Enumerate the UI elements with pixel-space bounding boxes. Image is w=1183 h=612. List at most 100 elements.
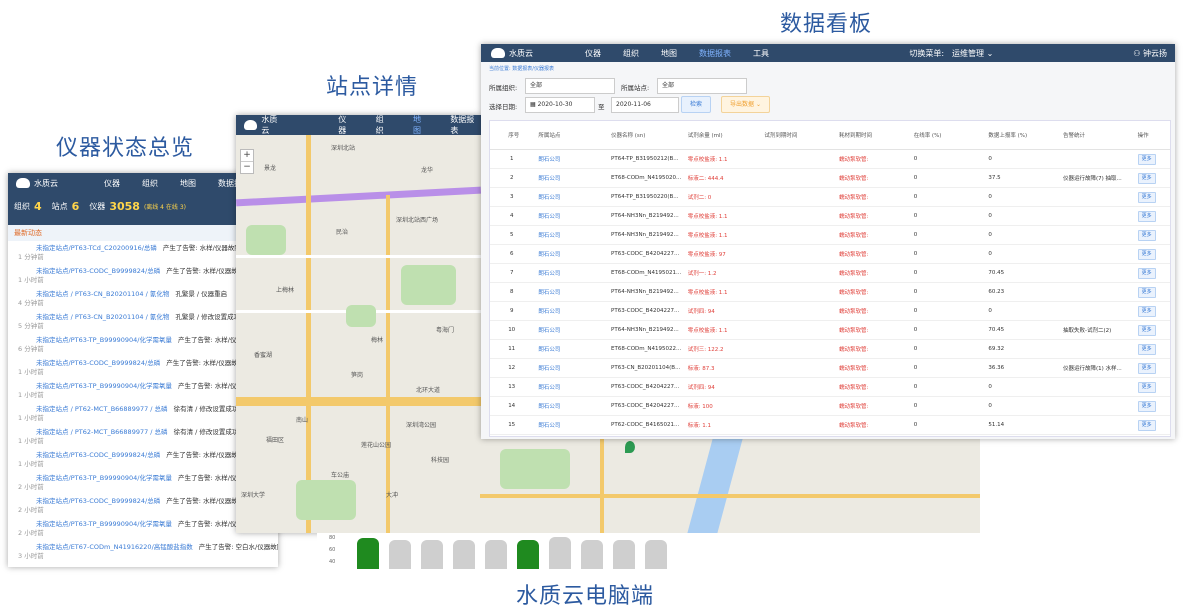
event-link[interactable]: 未指定站点/PT63-TP_B99990904/化学需氧量 [36, 520, 172, 528]
park-area [296, 480, 356, 520]
date-separator: 至 [598, 103, 605, 111]
station-link[interactable]: 朗石公司 [534, 244, 608, 264]
more-button[interactable]: 更多 [1137, 400, 1156, 412]
table-cell: 4 [490, 206, 535, 226]
map-label: 南山 [296, 417, 309, 424]
event-link[interactable]: 未指定站点/PT63-CODC_B9999824/总磷 [36, 359, 160, 367]
table-cell: 0 [909, 396, 985, 416]
more-button[interactable]: 更多 [1137, 381, 1156, 393]
table-cell: PT63-CN_B20201104(B... [607, 358, 684, 378]
station-select[interactable]: 全部 [657, 78, 747, 94]
more-button[interactable]: 更多 [1137, 191, 1156, 203]
table-cell: 更多 [1133, 377, 1170, 397]
more-button[interactable]: 更多 [1137, 210, 1156, 222]
more-button[interactable]: 更多 [1137, 248, 1156, 260]
nav-instrument[interactable]: 仪器 [338, 115, 353, 136]
table-cell: 更多 [1133, 149, 1170, 169]
event-link[interactable]: 未指定站点/PT63-TP_B99990904/化学需氧量 [36, 474, 172, 482]
event-link[interactable]: 未指定站点/PT63-TP_B99990904/化学需氧量 [36, 336, 172, 344]
park-area [401, 265, 456, 305]
event-link[interactable]: 未指定站点 / PT63-CN_B20201104 / 氰化物 [36, 290, 169, 298]
station-link[interactable]: 朗石公司 [534, 149, 608, 169]
event-link[interactable]: 未指定站点/PT63-CODC_B9999824/总磷 [36, 451, 160, 459]
table-row: 2 朗石公司 ET68-CODm_N4195020... 标液二: 444.4 蠕动泵软… [490, 168, 1170, 188]
event-link[interactable]: 未指定站点/PT63-TP_B99990904/化学需氧量 [36, 382, 172, 390]
bar-chart-strip: 80 60 40 [317, 533, 707, 569]
more-button[interactable]: 更多 [1137, 286, 1156, 298]
station-link[interactable]: 朗石公司 [534, 206, 608, 226]
table-row: 10 朗石公司 PT64-NH3Nn_B219492... 零点校盐液: 1.1 蠕动泵… [490, 320, 1170, 340]
station-link[interactable]: 朗石公司 [534, 377, 608, 397]
nav-report[interactable]: 数据报表 [450, 115, 481, 136]
table-row: 8 朗石公司 PT64-NH3Nn_B219492... 零点校盐液: 1.1 蠕动泵软… [490, 282, 1170, 302]
nav-map[interactable]: 地图 [413, 115, 428, 136]
table-row: 7 朗石公司 ET68-CODm_N4195021... 试剂一: 1.2 蠕动泵软管:… [490, 263, 1170, 283]
station-link[interactable]: 朗石公司 [534, 396, 608, 416]
nav-instrument[interactable]: 仪器 [104, 178, 120, 189]
station-marker-icon[interactable] [625, 441, 635, 453]
map-topbar: 水质云 仪器 组织 地图 数据报表 [236, 115, 481, 135]
table-cell: 蠕动泵软管: [835, 320, 910, 340]
table-cell: 更多 [1133, 320, 1170, 340]
zoom-control[interactable]: + − [240, 149, 254, 174]
table-cell: 0 [909, 320, 985, 340]
nav-organization[interactable]: 组织 [623, 48, 639, 59]
station-link[interactable]: 朗石公司 [534, 263, 608, 283]
river-area [687, 439, 743, 533]
switch-menu-select[interactable]: 运维管理 ⌄ [952, 48, 993, 59]
more-button[interactable]: 更多 [1137, 172, 1156, 184]
station-link[interactable]: 朗石公司 [534, 301, 608, 321]
nav-report[interactable]: 数据报表 [699, 48, 731, 59]
nav-organization[interactable]: 组织 [376, 115, 391, 136]
date-from-input[interactable]: ▦ 2020-10-30 [525, 97, 595, 113]
nav-map[interactable]: 地图 [180, 178, 196, 189]
table-cell: 0 [984, 396, 1059, 416]
nav-instrument[interactable]: 仪器 [585, 48, 601, 59]
station-link[interactable]: 朗石公司 [534, 282, 608, 302]
station-link[interactable]: 朗石公司 [534, 187, 608, 207]
station-link[interactable]: 朗石公司 [534, 225, 608, 245]
table-cell: 0 [909, 358, 985, 378]
org-select[interactable]: 全部 [525, 78, 615, 94]
city-map[interactable]: + − 深圳北站 景龙 龙华 民治 深圳北站西广场 北环大道 梅林 上梅林 笋岗 福田区 莲花山公园 香… [236, 135, 481, 533]
nav-map[interactable]: 地图 [661, 48, 677, 59]
more-button[interactable]: 更多 [1137, 343, 1156, 355]
station-link[interactable]: 朗石公司 [534, 168, 608, 188]
table-cell: 0 [909, 434, 985, 436]
event-link[interactable]: 未指定站点/PT63-CODC_B9999824/总磷 [36, 497, 160, 505]
table-cell [1059, 301, 1134, 321]
org-filter-label: 所属组织: [489, 84, 518, 92]
nav-tools[interactable]: 工具 [753, 48, 769, 59]
date-from-value: 2020-10-30 [537, 101, 573, 108]
event-link[interactable]: 未指定站点/PT63-TCd_C20200916/总磷 [36, 244, 157, 252]
more-button[interactable]: 更多 [1137, 267, 1156, 279]
table-cell: 0 [984, 187, 1059, 207]
station-link[interactable]: 朗石公司 [534, 434, 608, 436]
station-link[interactable]: 朗石公司 [534, 339, 608, 359]
more-button[interactable]: 更多 [1137, 229, 1156, 241]
data-dashboard-panel: 水质云 仪器 组织 地图 数据报表 工具 切换菜单: 运维管理 ⌄ ⚇ 钟云扬 … [481, 44, 1175, 439]
zoom-in-button[interactable]: + [241, 150, 253, 161]
more-button[interactable]: 更多 [1137, 153, 1156, 165]
more-button[interactable]: 更多 [1137, 324, 1156, 336]
station-link[interactable]: 朗石公司 [534, 320, 608, 340]
user-menu[interactable]: ⚇ 钟云扬 [1133, 48, 1167, 59]
event-link[interactable]: 未指定站点 / PT62-MCT_B66889977 / 总磷 [36, 428, 168, 436]
more-button[interactable]: 更多 [1137, 419, 1156, 431]
more-button[interactable]: 更多 [1137, 305, 1156, 317]
event-link[interactable]: 未指定站点 / PT62-MCT_B66889977 / 总磷 [36, 405, 168, 413]
date-to-input[interactable]: 2020-11-06 [611, 97, 679, 113]
table-cell: 0 [909, 415, 985, 435]
event-link[interactable]: 未指定站点/ET67-CODm_N41916220/高锰酸盐指数 [36, 543, 193, 551]
table-cell: 更多 [1133, 301, 1170, 321]
event-link[interactable]: 未指定站点/PT63-CODC_B9999824/总磷 [36, 267, 160, 275]
station-link[interactable]: 朗石公司 [534, 358, 608, 378]
event-link[interactable]: 未指定站点 / PT63-CN_B20201104 / 氰化物 [36, 313, 169, 321]
zoom-out-button[interactable]: − [241, 161, 253, 173]
more-button[interactable]: 更多 [1137, 362, 1156, 374]
station-link[interactable]: 朗石公司 [534, 415, 608, 435]
nav-organization[interactable]: 组织 [142, 178, 158, 189]
export-button[interactable]: 导出数据 ⌄ [721, 96, 770, 113]
table-cell: 更多 [1133, 339, 1170, 359]
search-button[interactable]: 检索 [681, 96, 712, 113]
